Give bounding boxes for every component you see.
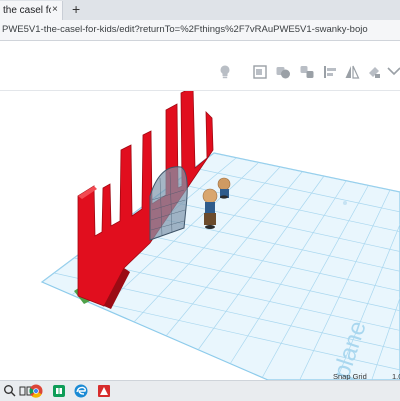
ungroup-icon[interactable]: [299, 64, 315, 80]
address-url[interactable]: PWE5V1-the-casel-for-kids/edit?returnTo=…: [2, 24, 368, 35]
tab-close-icon[interactable]: ×: [52, 4, 58, 15]
tab-title: the casel for kids - T: [3, 5, 51, 16]
new-tab-button[interactable]: +: [72, 1, 80, 17]
browser-tab[interactable]: the casel for kids - T ×: [0, 1, 63, 20]
align-icon[interactable]: [322, 64, 338, 80]
note-icon[interactable]: [252, 64, 268, 80]
editor-toolbar: [0, 56, 400, 91]
group-icon[interactable]: [275, 64, 291, 80]
browser-tab-strip: the casel for kids - T × +: [0, 0, 400, 20]
lightbulb-icon[interactable]: [217, 64, 233, 80]
tinkercad-icon[interactable]: [97, 384, 111, 398]
workplane-marker: [343, 201, 347, 205]
workspace-3d-view[interactable]: plane: [0, 91, 400, 380]
edge-icon[interactable]: [74, 384, 88, 398]
workplane-scene: plane: [40, 91, 400, 380]
arch-hole-shape[interactable]: [149, 166, 188, 241]
paint-icon[interactable]: [366, 64, 382, 80]
search-icon[interactable]: [3, 384, 17, 398]
sheets-icon[interactable]: [52, 384, 66, 398]
address-bar[interactable]: PWE5V1-the-casel-for-kids/edit?returnTo=…: [0, 20, 400, 41]
windows-taskbar: [0, 380, 400, 401]
mirror-icon[interactable]: [344, 64, 360, 80]
chrome-icon[interactable]: [29, 384, 43, 398]
more-tools-icon[interactable]: [386, 64, 400, 80]
person-figure-front[interactable]: [202, 188, 218, 229]
